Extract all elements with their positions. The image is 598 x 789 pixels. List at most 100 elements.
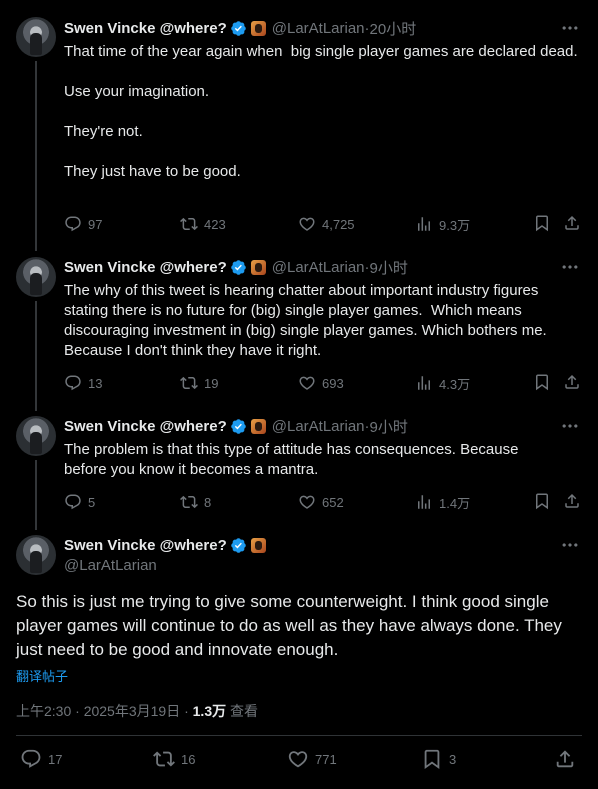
like-count: 652 [322,494,344,510]
avatar[interactable] [16,535,56,575]
tweet-header: Swen Vincke @where? @LarAtLarian · 9小时 [64,257,408,277]
tweet-actions: 17 16 771 3 [16,749,582,773]
more-options-icon[interactable] [560,535,580,555]
more-options-icon[interactable] [560,416,580,436]
bookmark-count: 3 [449,751,457,767]
views-icon [415,215,433,233]
affiliate-badge-icon[interactable] [250,537,266,553]
timestamp[interactable]: 9小时 [370,257,408,278]
affiliate-badge-icon[interactable] [250,418,266,434]
bookmark-icon [533,373,551,391]
more-options-icon[interactable] [560,18,580,38]
verified-icon [230,418,247,435]
repost-count: 423 [204,216,226,232]
like-count: 771 [315,751,337,767]
views-icon [415,493,433,511]
repost-button[interactable]: 19 [180,373,218,393]
like-button[interactable]: 693 [298,373,344,393]
tweet-header: Swen Vincke @where? [64,535,266,555]
thread-line [35,301,37,411]
bookmark-button[interactable]: 3 [421,749,456,769]
timestamp[interactable]: 9小时 [370,416,408,437]
share-icon [563,492,581,510]
display-name[interactable]: Swen Vincke @where? [64,20,227,37]
affiliate-badge-icon[interactable] [250,259,266,275]
reply-button[interactable]: 5 [64,492,95,512]
repost-icon [180,215,198,233]
tweet-text: The problem is that this type of attitud… [64,441,523,478]
repost-count: 19 [204,375,219,391]
views-label: 查看 [226,703,258,719]
like-button[interactable]: 652 [298,492,344,512]
repost-count: 8 [204,494,212,510]
views-count: 1.3万 [192,703,227,719]
tweet-actions: 5 8 652 1.4万 [64,492,584,512]
display-name[interactable]: Swen Vincke @where? [64,418,227,435]
user-handle[interactable]: @LarAtLarian [272,259,365,276]
views-count: 9.3万 [439,217,471,233]
repost-icon [153,748,175,770]
tweet-actions: 97 423 4,725 9.3万 [64,214,584,234]
verified-icon [230,20,247,37]
tweet-header: Swen Vincke @where? @LarAtLarian · 20小时 [64,18,416,38]
share-button[interactable] [563,373,581,393]
reply-icon [64,215,82,233]
like-icon [298,493,316,511]
share-button[interactable] [563,492,581,512]
user-handle[interactable]: @LarAtLarian [272,20,365,37]
bookmark-icon [533,214,551,232]
thread-line [35,61,37,251]
like-icon [298,374,316,392]
verified-icon [230,537,247,554]
avatar[interactable] [16,257,56,297]
avatar[interactable] [16,17,56,57]
share-button[interactable] [563,214,581,234]
user-handle[interactable]: @LarAtLarian [272,418,365,435]
display-name[interactable]: Swen Vincke @where? [64,537,227,554]
bookmark-button[interactable] [533,492,551,512]
display-name[interactable]: Swen Vincke @where? [64,259,227,276]
verified-icon [230,259,247,276]
tweet-text: So this is just me trying to give some c… [16,592,562,659]
repost-button[interactable]: 16 [153,749,195,769]
share-icon [554,748,576,770]
repost-button[interactable]: 423 [180,214,226,234]
reply-icon [20,748,42,770]
bookmark-button[interactable] [533,214,551,234]
more-options-icon[interactable] [560,257,580,277]
bookmark-icon [533,492,551,510]
reply-count: 17 [48,751,63,767]
avatar[interactable] [16,416,56,456]
views-icon [415,374,433,392]
like-count: 4,725 [322,216,355,232]
like-count: 693 [322,375,344,391]
views-button[interactable]: 1.4万 [415,492,470,512]
affiliate-badge-icon[interactable] [250,20,266,36]
post-datetime[interactable]: 上午2:30 · 2025年3月19日 · [16,703,193,719]
user-handle-row: @LarAtLarian [64,555,157,575]
bookmark-button[interactable] [533,373,551,393]
reply-icon [64,493,82,511]
reply-button[interactable]: 13 [64,373,102,393]
repost-icon [180,493,198,511]
repost-button[interactable]: 8 [180,492,211,512]
tweet-meta: 上午2:30 · 2025年3月19日 · 1.3万 查看 [16,701,258,721]
like-button[interactable]: 4,725 [298,214,355,234]
reply-button[interactable]: 17 [20,749,62,769]
bookmark-icon [421,748,443,770]
like-icon [298,215,316,233]
tweet-header: Swen Vincke @where? @LarAtLarian · 9小时 [64,416,408,436]
repost-count: 16 [181,751,196,767]
repost-icon [180,374,198,392]
timestamp[interactable]: 20小时 [370,18,417,39]
divider [16,735,582,736]
tweet-text: The why of this tweet is hearing chatter… [64,282,551,359]
reply-button[interactable]: 97 [64,214,102,234]
tweet-actions: 13 19 693 4.3万 [64,373,584,393]
views-button[interactable]: 9.3万 [415,214,470,234]
like-button[interactable]: 771 [287,749,337,769]
user-handle[interactable]: @LarAtLarian [64,557,157,574]
translate-link[interactable]: 翻译帖子 [16,666,68,685]
share-button[interactable] [554,749,576,769]
views-button[interactable]: 4.3万 [415,373,470,393]
